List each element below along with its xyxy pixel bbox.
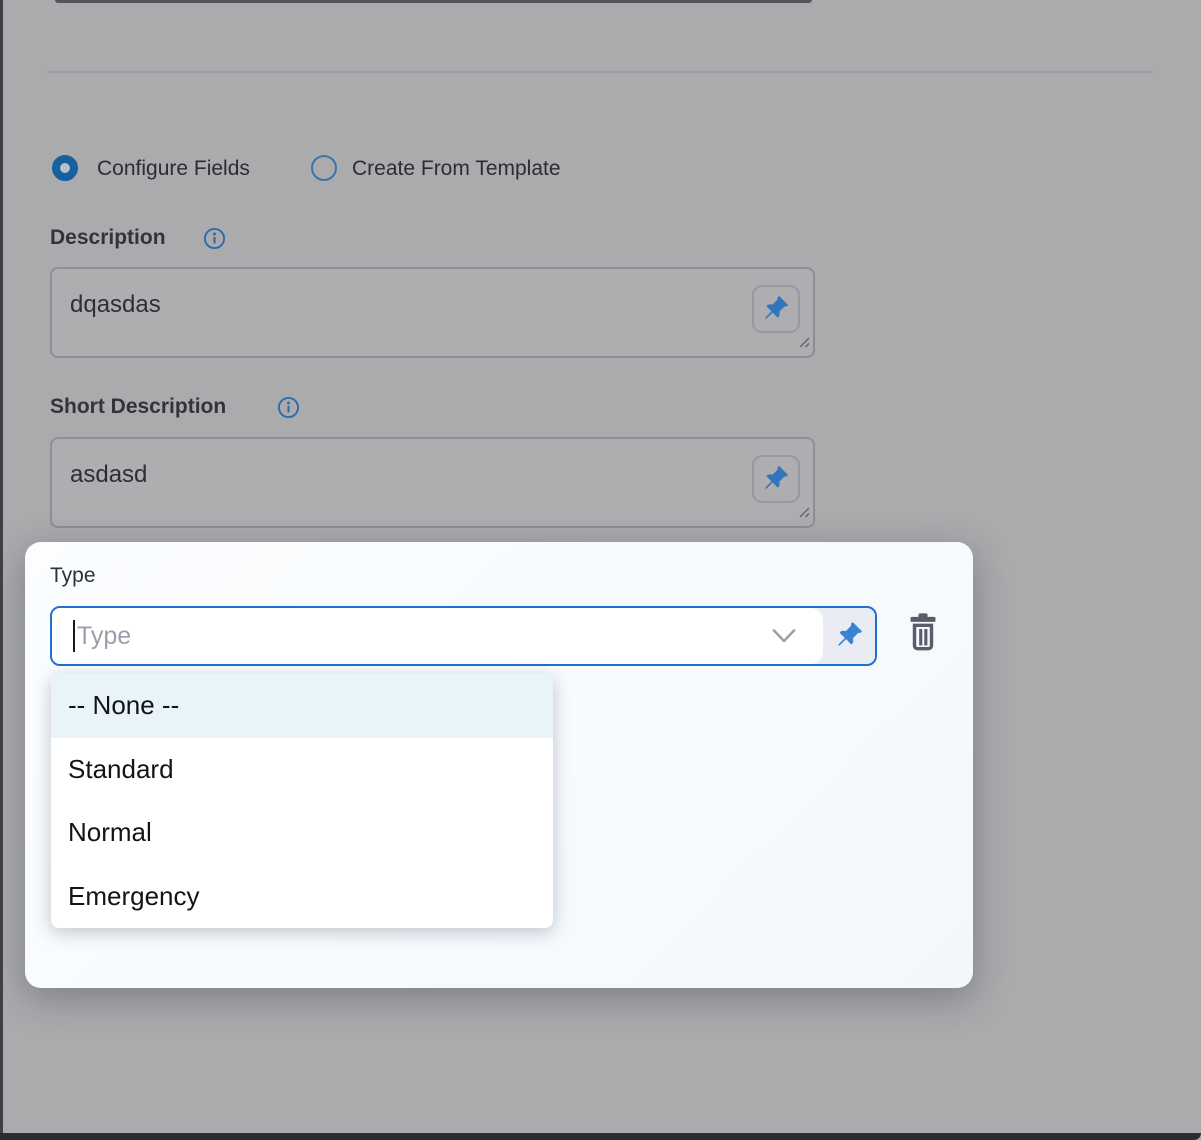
- partial-field-bottom-border: [55, 0, 812, 3]
- pushpin-icon: [836, 621, 863, 651]
- info-icon[interactable]: [277, 396, 300, 419]
- type-pin-button[interactable]: [823, 608, 875, 664]
- radio-create-from-template-label: Create From Template: [352, 157, 561, 181]
- type-label: Type: [50, 564, 96, 588]
- radio-create-from-template[interactable]: [311, 155, 337, 181]
- resize-handle-icon[interactable]: [797, 335, 810, 353]
- chevron-down-icon[interactable]: [771, 627, 797, 645]
- window-bottom-frame: [0, 1133, 1201, 1140]
- description-label: Description: [50, 226, 166, 250]
- short-description-textarea[interactable]: asdasd: [50, 437, 815, 528]
- radio-configure-fields-label: Configure Fields: [97, 157, 250, 181]
- type-dropdown: -- None -- Standard Normal Emergency: [51, 674, 553, 928]
- short-description-label: Short Description: [50, 395, 226, 419]
- delete-field-button[interactable]: [903, 609, 943, 655]
- short-description-value: asdasd: [70, 461, 147, 489]
- description-value: dqasdas: [70, 291, 161, 319]
- radio-configure-fields[interactable]: [52, 155, 78, 181]
- spotlight-card: Type Type: [25, 542, 973, 988]
- type-input[interactable]: Type: [52, 608, 823, 664]
- short-description-pin-button[interactable]: [752, 455, 800, 503]
- description-textarea[interactable]: dqasdas: [50, 267, 815, 358]
- dropdown-option-normal[interactable]: Normal: [51, 801, 553, 865]
- text-caret: [73, 620, 75, 652]
- resize-handle-icon[interactable]: [797, 505, 810, 523]
- window-left-frame: [0, 0, 3, 1140]
- info-icon[interactable]: [203, 227, 226, 250]
- pushpin-icon: [763, 465, 789, 494]
- dropdown-option-none[interactable]: -- None --: [51, 674, 553, 738]
- type-combobox[interactable]: Type: [50, 606, 877, 666]
- section-divider: [46, 71, 1154, 73]
- type-placeholder: Type: [77, 622, 131, 651]
- pushpin-icon: [763, 295, 789, 324]
- dropdown-option-emergency[interactable]: Emergency: [51, 865, 553, 929]
- dropdown-option-standard[interactable]: Standard: [51, 738, 553, 802]
- trash-icon: [906, 611, 940, 654]
- description-pin-button[interactable]: [752, 285, 800, 333]
